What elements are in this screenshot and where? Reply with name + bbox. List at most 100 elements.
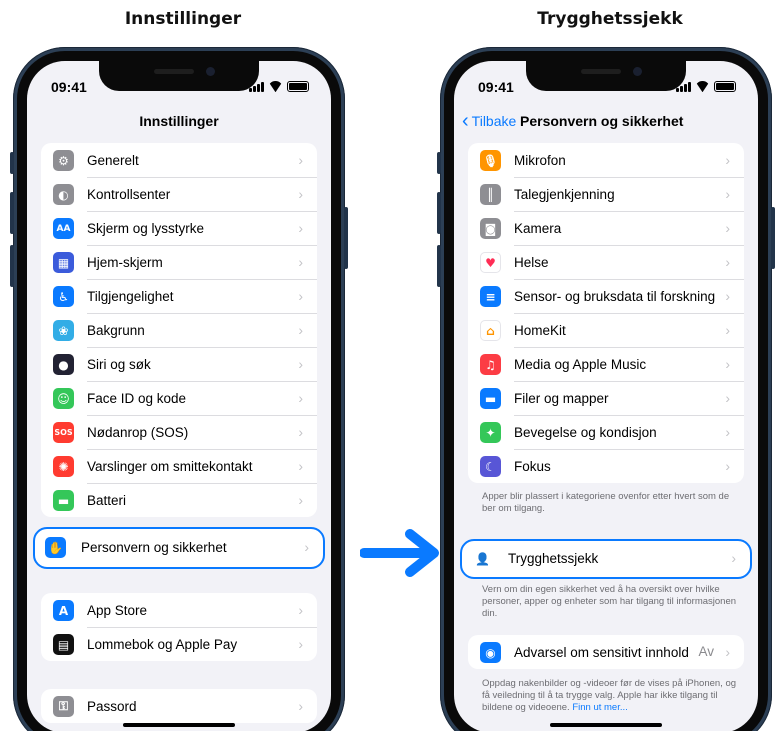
settings-row[interactable]: ✦ Bevegelse og kondisjon › [468,415,744,449]
chevron-right-icon: › [298,698,303,714]
row-label: Advarsel om sensitivt innhold [514,644,689,660]
chevron-right-icon: › [725,152,730,168]
status-time: 09:41 [478,79,514,95]
row-label: Mikrofon [514,152,566,168]
wallet-icon: ▤ [53,634,74,655]
settings-row[interactable]: ♿ Tilgjengelighet › [41,279,317,313]
row-label: Personvern og sikkerhet [81,540,227,555]
row-label: Siri og søk [87,356,151,372]
settings-row[interactable]: ▦ Hjem-skjerm › [41,245,317,279]
row-label: Kamera [514,220,562,236]
settings-row[interactable]: ◙ Kamera › [468,211,744,245]
chevron-right-icon: › [725,356,730,372]
accessibility-icon: ♿ [53,286,74,307]
row-label: Trygghetssjekk [508,551,599,566]
row-label: Bevegelse og kondisjon [514,424,657,440]
side-button [771,207,775,269]
chevron-right-icon: › [298,458,303,474]
battery-status-icon [287,81,309,92]
settings-row[interactable]: ☺ Face ID og kode › [41,381,317,415]
arrow-right-icon [360,529,439,577]
app-store-icon: A [53,600,74,621]
home-indicator [123,723,235,727]
toggles-icon: ◐ [53,184,74,205]
settings-row[interactable]: ● Siri og søk › [41,347,317,381]
row-label: Media og Apple Music [514,356,647,372]
row-sensitive-content[interactable]: ◉ Advarsel om sensitivt innhold Av › [468,635,744,669]
settings-row[interactable]: ♥ Helse › [468,245,744,279]
camera-icon: ◙ [480,218,501,239]
settings-row[interactable]: AA Skjerm og lysstyrke › [41,211,317,245]
chevron-right-icon: › [298,186,303,202]
siri-icon: ● [53,354,74,375]
row-label: Nødanrop (SOS) [87,424,189,440]
row-label: Batteri [87,492,127,508]
settings-row[interactable]: ▬ Filer og mapper › [468,381,744,415]
settings-group-3: ⚿ Passord › [41,689,317,723]
row-privacy-security[interactable]: ✋ Personvern og sikkerhet › [35,529,323,566]
settings-row[interactable]: ☾ Fokus › [468,449,744,483]
music-icon: ♫ [480,354,501,375]
settings-row[interactable]: ▤ Lommebok og Apple Pay › [41,627,317,661]
settings-row[interactable]: ⌂ HomeKit › [468,313,744,347]
chevron-right-icon: › [725,186,730,202]
exposure-icon: ✺ [53,456,74,477]
chevron-left-icon: ‹ [462,110,469,132]
row-safety-check[interactable]: 👤 Trygghetssjekk › [462,541,750,576]
side-button [344,207,348,269]
waveform-icon: ║ [480,184,501,205]
wifi-icon [268,81,283,92]
status-time: 09:41 [51,79,87,95]
settings-row[interactable]: ⚙ Generelt › [41,143,317,177]
home-icon: ⌂ [480,320,501,341]
heart-icon: ♥ [480,252,501,273]
settings-group-1: ⚙ Generelt › ◐ Kontrollsenter › AA Skjerm og ly… [41,143,317,517]
chevron-right-icon: › [298,288,303,304]
left-caption: Innstillinger [124,9,242,29]
signal-icon [676,81,691,92]
back-button[interactable]: ‹ Tilbake [462,110,517,132]
chevron-right-icon: › [298,254,303,270]
chevron-right-icon: › [725,288,730,304]
hand-icon: ✋ [45,537,66,558]
volume-up-button [437,192,441,234]
settings-row[interactable]: ▬ Batteri › [41,483,317,517]
moon-icon: ☾ [480,456,501,477]
settings-row[interactable]: ⚿ Passord › [41,689,317,723]
settings-row[interactable]: ◐ Kontrollsenter › [41,177,317,211]
settings-row[interactable]: 🎙 Mikrofon › [468,143,744,177]
home-indicator [550,723,662,727]
settings-group-2: A App Store › ▤ Lommebok og Apple Pay › [41,593,317,661]
row-label: HomeKit [514,322,566,338]
settings-row[interactable]: ║ Talegjenkjenning › [468,177,744,211]
row-label: Hjem-skjerm [87,254,163,270]
nav-bar: ‹ Tilbake Personvern og sikkerhet [454,110,758,137]
battery-icon: ▬ [53,490,74,511]
settings-row[interactable]: ✺ Varslinger om smittekontakt › [41,449,317,483]
mute-switch [437,152,441,174]
volume-down-button [437,245,441,287]
chevron-right-icon: › [304,539,309,555]
eye-warning-icon: ◉ [480,642,501,663]
chevron-right-icon: › [725,458,730,474]
settings-row[interactable]: ≡ Sensor- og bruksdata til forskning › [468,279,744,313]
row-label: Talegjenkjenning [514,186,615,202]
row-label: Sensor- og bruksdata til forskning [514,288,716,304]
row-label: Filer og mapper [514,390,609,406]
back-label: Tilbake [471,113,517,129]
right-phone: 09:41 ‹ Tilbake Personvern og sikkerhet … [437,47,775,731]
chevron-right-icon: › [298,390,303,406]
settings-row[interactable]: A App Store › [41,593,317,627]
chevron-right-icon: › [298,492,303,508]
settings-row[interactable]: ♫ Media og Apple Music › [468,347,744,381]
settings-row[interactable]: ❀ Bakgrunn › [41,313,317,347]
row-label: Helse [514,254,549,270]
sos-icon: SOS [53,422,74,443]
highlight-ring: ✋ Personvern og sikkerhet › [33,527,325,569]
chevron-right-icon: › [725,254,730,270]
text-size-icon: AA [53,218,74,239]
settings-row[interactable]: SOS Nødanrop (SOS) › [41,415,317,449]
chevron-right-icon: › [298,602,303,618]
footnote-safety: Vern om din egen sikkerhet ved å ha over… [482,584,737,619]
learn-more-link[interactable]: Finn ut mer... [572,702,627,713]
